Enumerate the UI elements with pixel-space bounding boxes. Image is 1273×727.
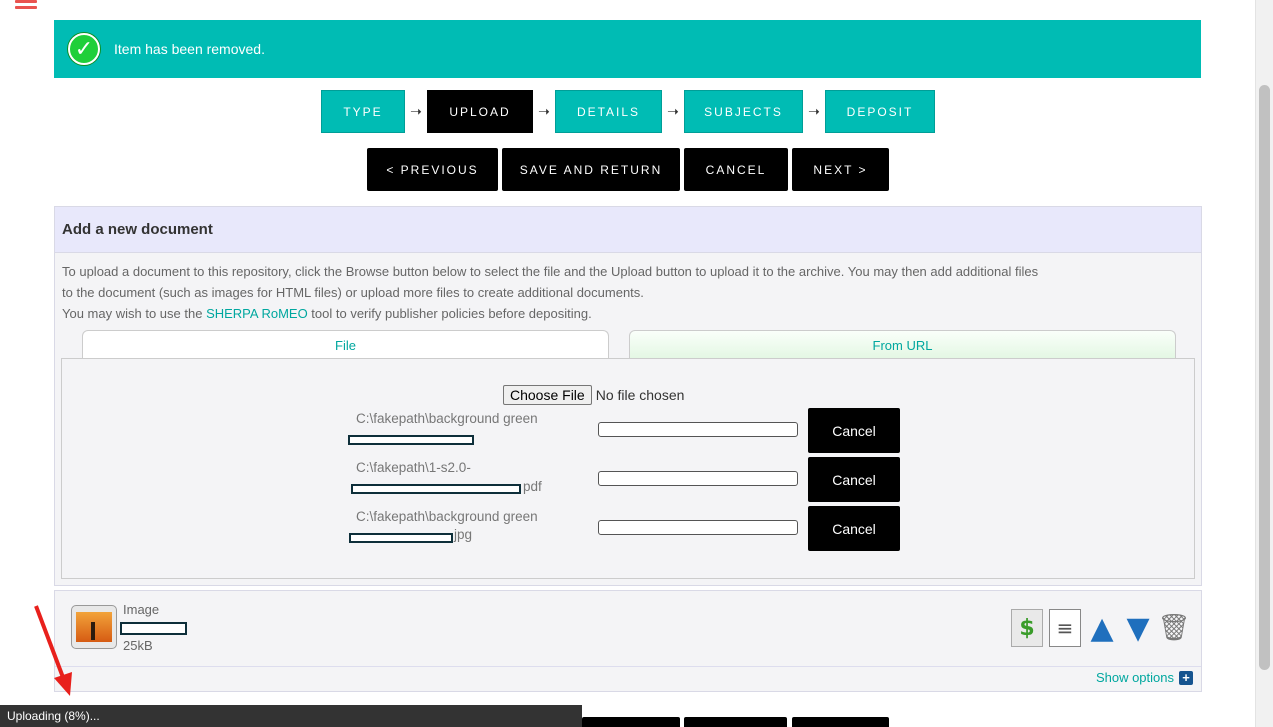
redacted-filename: [351, 484, 521, 494]
show-options-link[interactable]: Show options +: [1096, 670, 1193, 685]
no-file-text: No file chosen: [595, 387, 685, 403]
step-details[interactable]: DETAILS: [555, 90, 662, 133]
bottom-nav-button[interactable]: [582, 717, 680, 727]
workflow-steps: TYPE ➝ UPLOAD ➝ DETAILS ➝ SUBJECTS ➝ DEP…: [321, 90, 935, 133]
redacted-filename: [120, 622, 187, 635]
divider: [55, 666, 1201, 667]
move-down-icon[interactable]: ▼: [1123, 610, 1153, 646]
upload-filename: C:\fakepath\1-s2.0-: [356, 460, 471, 475]
upload-item: C:\fakepath\background green jpg Cancel: [349, 506, 1150, 552]
upload-filename: C:\fakepath\background green: [356, 509, 538, 524]
step-type[interactable]: TYPE: [321, 90, 405, 133]
file-input: Choose File No file chosen: [503, 385, 684, 405]
show-options-label: Show options: [1095, 670, 1174, 685]
previous-button[interactable]: < PREVIOUS: [367, 148, 498, 191]
step-deposit[interactable]: DEPOSIT: [825, 90, 935, 133]
move-up-icon[interactable]: ▲: [1087, 610, 1117, 646]
alert-message: Item has been removed.: [114, 41, 265, 57]
tab-from-url[interactable]: From URL: [629, 330, 1176, 359]
instructions-line: to the document (such as images for HTML…: [62, 285, 644, 300]
upload-file-extension: jpg: [454, 527, 473, 542]
document-size: 25kB: [123, 638, 153, 653]
step-arrow-icon: ➝: [667, 103, 679, 120]
plus-icon: +: [1179, 670, 1193, 685]
scrollbar-thumb[interactable]: [1259, 85, 1270, 670]
tab-file[interactable]: File: [82, 330, 609, 359]
document-type: Image: [123, 602, 160, 617]
upload-filename: C:\fakepath\background green: [356, 411, 538, 426]
redacted-filename: [348, 435, 474, 445]
upload-item: C:\fakepath\1-s2.0- pdf Cancel: [350, 457, 1150, 503]
annotation-arrow-icon: [34, 605, 72, 696]
step-upload[interactable]: UPLOAD: [427, 90, 533, 133]
step-arrow-icon: ➝: [410, 103, 422, 120]
browser-status-bar: Uploading (8%)...: [0, 705, 582, 727]
file-tab-content: Choose File No file chosen C:\fakepath\b…: [61, 358, 1195, 579]
success-alert: ✓ Item has been removed.: [54, 20, 1201, 78]
cancel-upload-button[interactable]: Cancel: [808, 457, 900, 502]
uploaded-document: Image 25kB $ ≡ ▲ ▼ 🗑 Show options +: [54, 590, 1202, 692]
step-arrow-icon: ➝: [538, 103, 550, 120]
upload-instructions: To upload a document to this repository,…: [55, 253, 1201, 324]
details-icon[interactable]: ≡: [1049, 609, 1081, 647]
bottom-nav-button[interactable]: [792, 717, 889, 727]
upload-file-extension: pdf: [523, 479, 542, 494]
save-and-return-button[interactable]: SAVE AND RETURN: [502, 148, 680, 191]
cancel-upload-button[interactable]: Cancel: [808, 506, 900, 551]
cancel-button[interactable]: CANCEL: [684, 148, 788, 191]
choose-file-button[interactable]: Choose File: [503, 385, 592, 405]
redacted-filename: [349, 533, 453, 543]
hamburger-menu-icon[interactable]: [15, 0, 37, 12]
panel-title: Add a new document: [55, 207, 1201, 253]
upload-progress-bar: [598, 471, 798, 486]
next-button[interactable]: NEXT >: [792, 148, 889, 191]
add-document-panel: Add a new document To upload a document …: [54, 206, 1202, 586]
upload-progress-bar: [598, 520, 798, 535]
document-meta: Image 25kB: [120, 601, 187, 655]
navigation-buttons: < PREVIOUS SAVE AND RETURN CANCEL NEXT >: [367, 148, 889, 191]
step-arrow-icon: ➝: [808, 103, 820, 120]
convert-icon[interactable]: $: [1011, 609, 1043, 647]
document-actions: $ ≡ ▲ ▼ 🗑: [1011, 609, 1191, 647]
instructions-line: You may wish to use the SHERPA RoMEO too…: [62, 306, 592, 321]
instructions-line: To upload a document to this repository,…: [62, 264, 1039, 279]
upload-tabs: File From URL: [82, 330, 1176, 359]
bottom-nav-button[interactable]: [684, 717, 787, 727]
step-subjects[interactable]: SUBJECTS: [684, 90, 803, 133]
upload-progress-bar: [598, 422, 798, 437]
cancel-upload-button[interactable]: Cancel: [808, 408, 900, 453]
delete-icon[interactable]: 🗑: [1158, 610, 1191, 646]
checkmark-icon: ✓: [68, 33, 100, 65]
sherpa-romeo-link[interactable]: SHERPA RoMEO: [206, 306, 308, 321]
upload-item: C:\fakepath\background green Cancel: [348, 408, 1150, 454]
